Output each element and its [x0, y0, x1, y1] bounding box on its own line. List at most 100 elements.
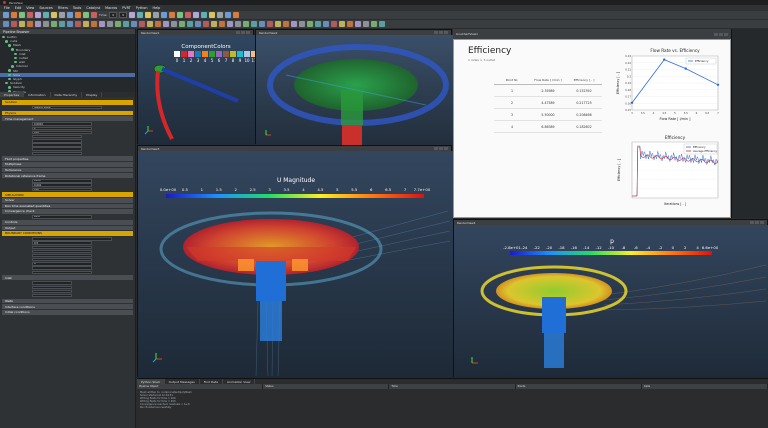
filter-button-icon[interactable]: [331, 21, 337, 27]
toolbar-button-icon[interactable]: [91, 12, 97, 18]
filter-button-icon[interactable]: [315, 21, 321, 27]
field-input[interactable]: [32, 237, 112, 241]
filter-button-icon[interactable]: [147, 21, 153, 27]
eye-icon[interactable]: [8, 86, 11, 89]
filter-button-icon[interactable]: [259, 21, 265, 27]
toolbar-button-icon[interactable]: [27, 12, 33, 18]
filter-button-icon[interactable]: [179, 21, 185, 27]
menu-edit[interactable]: Edit: [15, 6, 22, 10]
filter-button-icon[interactable]: [235, 21, 241, 27]
section-physics[interactable]: Physics: [2, 110, 133, 116]
toolbar-button-icon[interactable]: [209, 12, 216, 18]
eye-icon[interactable]: [8, 73, 11, 77]
menu-python[interactable]: Python: [136, 6, 148, 10]
eye-icon[interactable]: [14, 56, 17, 60]
filter-button-icon[interactable]: [339, 21, 345, 27]
toolbar-button-icon[interactable]: [225, 12, 232, 18]
field-input-rotation[interactable]: 100: [32, 187, 92, 191]
section-interface[interactable]: Interface conditions: [2, 304, 133, 309]
filter-button-icon[interactable]: [59, 21, 65, 27]
menu-filters[interactable]: Filters: [58, 6, 68, 10]
section-solver[interactable]: Solver: [2, 198, 133, 203]
toolbar-button-icon[interactable]: [51, 12, 57, 18]
toolbar-button-icon[interactable]: [67, 12, 73, 18]
tab-display[interactable]: Display: [82, 92, 103, 97]
section-turbulence[interactable]: Turbulence: [2, 167, 133, 173]
filter-button-icon[interactable]: [83, 21, 89, 27]
filter-button-icon[interactable]: [283, 21, 289, 27]
column-header[interactable]: Points: [516, 384, 642, 389]
toolbar-button-icon[interactable]: [3, 12, 9, 18]
filter-button-icon[interactable]: [211, 21, 217, 27]
eye-icon[interactable]: [8, 69, 11, 72]
toolbar-button-icon[interactable]: [161, 12, 168, 18]
eye-icon[interactable]: [14, 60, 17, 64]
section-controls[interactable]: Controls: [2, 219, 133, 225]
filter-button-icon[interactable]: [323, 21, 329, 27]
filter-button-icon[interactable]: [11, 21, 17, 27]
section-walls[interactable]: Walls: [2, 298, 133, 304]
toolbar-button-icon[interactable]: [43, 12, 49, 18]
field-input-viscosity[interactable]: 0.001: [32, 183, 92, 187]
section-runtime[interactable]: Run time evaluated quantities: [2, 203, 133, 209]
filter-button-icon[interactable]: [171, 21, 177, 27]
section-convergence[interactable]: Convergence check: [2, 209, 133, 214]
toolbar-button-icon[interactable]: [145, 12, 152, 18]
field-input[interactable]: [32, 143, 82, 147]
filter-button-icon[interactable]: [291, 21, 297, 27]
menu-file[interactable]: File: [4, 6, 10, 10]
field-input[interactable]: [32, 139, 82, 143]
tab-data-hierarchy[interactable]: Data Hierarchy: [51, 92, 83, 97]
field-input[interactable]: [32, 245, 92, 249]
filter-button-icon[interactable]: [363, 21, 369, 27]
filter-button-icon[interactable]: [355, 21, 361, 27]
toolbar-button-icon[interactable]: [185, 12, 192, 18]
close-icon[interactable]: [3, 1, 6, 4]
eye-icon[interactable]: [14, 52, 17, 56]
section-initial[interactable]: Initial conditions: [2, 309, 133, 315]
section-time_mgmt[interactable]: Time management: [2, 116, 133, 121]
section-fluid[interactable]: Fluid properties: [2, 156, 133, 162]
toolbar-button-icon[interactable]: [217, 12, 224, 18]
section-simulation[interactable]: SIMULATION: [2, 192, 133, 197]
render-view-4[interactable]: RenderView4 p -2.8e+01 -24 -22 -20 -18 -16 -14…: [453, 219, 768, 378]
filter-button-icon[interactable]: [123, 21, 129, 27]
field-input[interactable]: [32, 147, 82, 151]
eye-icon[interactable]: [8, 44, 11, 47]
filter-button-icon[interactable]: [195, 21, 201, 27]
filter-button-icon[interactable]: [155, 21, 161, 27]
field-input[interactable]: [32, 249, 92, 254]
field-input[interactable]: [32, 258, 92, 262]
eye-icon[interactable]: [5, 81, 8, 85]
column-header[interactable]: Pipeline Object: [137, 384, 264, 389]
field-input[interactable]: [32, 134, 82, 139]
menu-pvrt[interactable]: PVRT: [122, 6, 131, 10]
column-header[interactable]: Time: [389, 384, 516, 389]
toolbar-button-icon[interactable]: [75, 12, 81, 18]
section-boundary[interactable]: BOUNDARY CONDITIONS: [2, 231, 133, 236]
filter-button-icon[interactable]: [163, 21, 169, 27]
toolbar-button-icon[interactable]: [19, 12, 25, 18]
render-view-3[interactable]: RenderView3 U Magnitude 0.0e+00 0.5 1 1.5 2 2…: [137, 145, 453, 378]
field-input-time_step[interactable]: 0.0001: [32, 122, 92, 126]
section-output[interactable]: Output: [2, 225, 133, 231]
toolbar-button-icon[interactable]: [137, 12, 144, 18]
menu-help[interactable]: Help: [153, 6, 161, 10]
toolbar-button-icon[interactable]: [59, 12, 65, 18]
tab-properties[interactable]: Properties: [0, 92, 25, 97]
filter-button-icon[interactable]: [99, 21, 105, 27]
filter-button-icon[interactable]: [3, 21, 9, 27]
section-inlet[interactable]: Inlet: [2, 275, 133, 281]
toolbar-button-icon[interactable]: [35, 12, 41, 18]
filter-button-icon[interactable]: [299, 21, 305, 27]
filter-button-icon[interactable]: [91, 21, 97, 27]
filter-button-icon[interactable]: [75, 21, 81, 27]
toolbar-button-icon[interactable]: [129, 12, 136, 18]
toolbar-button-icon[interactable]: [193, 12, 200, 18]
menu-macros[interactable]: Macros: [105, 6, 117, 10]
section-rotating[interactable]: Rotational reference frame: [2, 173, 133, 178]
filter-button-icon[interactable]: [35, 21, 41, 27]
toolbar-button-icon[interactable]: [201, 12, 208, 18]
filter-button-icon[interactable]: [67, 21, 73, 27]
filter-button-icon[interactable]: [51, 21, 57, 27]
